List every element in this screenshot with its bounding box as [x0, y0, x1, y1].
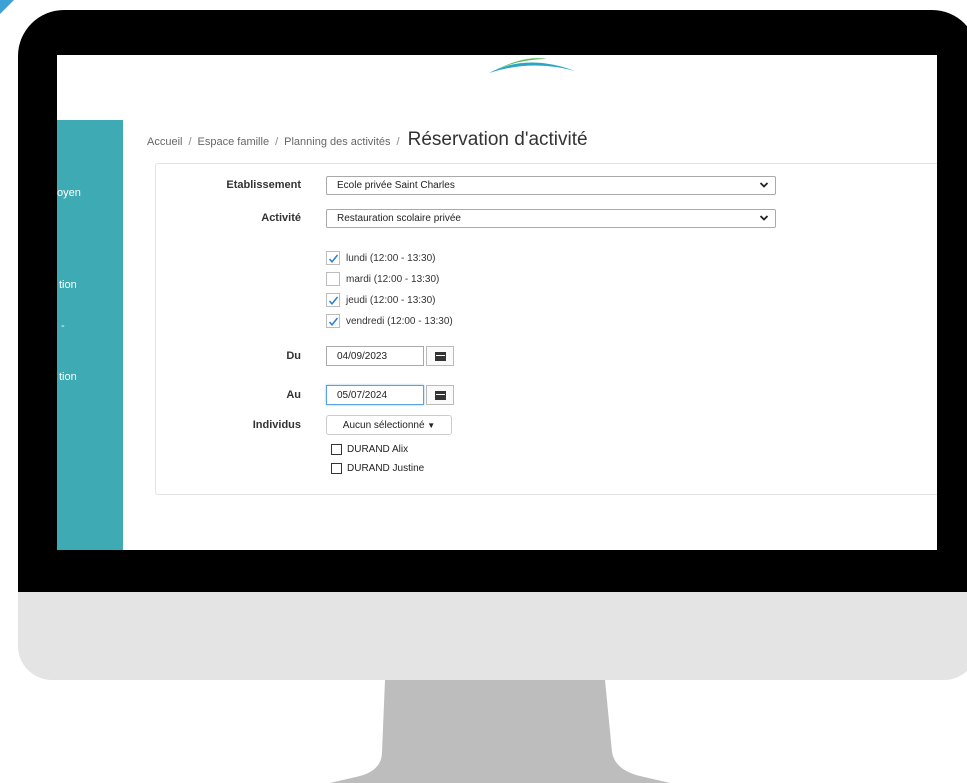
individus-label: Individus	[252, 419, 301, 431]
checkbox[interactable]	[326, 314, 340, 328]
day-checkbox-lundi[interactable]: lundi (12:00 - 13:30)	[326, 250, 436, 266]
breadcrumb-item-espace-famille[interactable]: Espace famille	[198, 136, 270, 148]
breadcrumb: Accueil / Espace famille / Planning des …	[147, 129, 588, 151]
sidebar-item[interactable]: tion	[59, 371, 77, 383]
checkbox[interactable]	[326, 251, 340, 265]
individu-option[interactable]: DURAND Alix	[331, 444, 408, 455]
individu-label: DURAND Alix	[347, 444, 409, 455]
du-date-input[interactable]: 04/09/2023	[326, 346, 424, 366]
logo-icon	[489, 58, 575, 73]
checkbox[interactable]	[326, 293, 340, 307]
individu-option[interactable]: DURAND Justine	[331, 463, 424, 474]
page-title: Réservation d'activité	[407, 129, 588, 150]
day-checkbox-vendredi[interactable]: vendredi (12:00 - 13:30)	[326, 313, 453, 329]
day-label: jeudi (12:00 - 13:30)	[346, 294, 436, 306]
monitor-stand	[330, 680, 670, 783]
screen: oyen tion - tion Accueil / Espace famill…	[57, 55, 937, 550]
activite-select[interactable]: Restauration scolaire privée	[326, 209, 776, 228]
reservation-form: Etablissement Ecole privée Saint Charles…	[155, 163, 937, 495]
day-label: lundi (12:00 - 13:30)	[346, 252, 436, 264]
calendar-icon	[435, 391, 446, 400]
breadcrumb-item-planning[interactable]: Planning des activités	[284, 136, 390, 148]
day-label: vendredi (12:00 - 13:30)	[346, 315, 453, 327]
activite-label: Activité	[261, 212, 301, 224]
individus-button-label: Aucun sélectionné	[342, 420, 425, 431]
breadcrumb-separator: /	[188, 136, 192, 148]
au-calendar-button[interactable]	[426, 385, 454, 405]
sidebar: oyen tion - tion	[57, 120, 123, 550]
check-icon	[328, 317, 339, 326]
corner-decoration	[0, 0, 14, 14]
breadcrumb-separator: /	[275, 136, 279, 148]
au-label: Au	[286, 389, 301, 401]
day-checkbox-jeudi[interactable]: jeudi (12:00 - 13:30)	[326, 292, 436, 308]
check-icon	[328, 254, 339, 263]
day-label: mardi (12:00 - 13:30)	[346, 273, 440, 285]
sidebar-item[interactable]: oyen	[57, 187, 81, 199]
etablissement-value: Ecole privée Saint Charles	[337, 180, 455, 191]
caret-down-icon: ▼	[427, 421, 436, 430]
du-calendar-button[interactable]	[426, 346, 454, 366]
checkbox[interactable]	[331, 444, 342, 455]
checkbox[interactable]	[331, 463, 342, 474]
breadcrumb-separator: /	[396, 136, 400, 148]
chevron-down-icon	[759, 182, 769, 188]
au-date-input[interactable]: 05/07/2024	[326, 385, 424, 405]
sidebar-item[interactable]: -	[61, 320, 65, 332]
checkbox[interactable]	[326, 272, 340, 286]
du-label: Du	[286, 350, 301, 362]
etablissement-select[interactable]: Ecole privée Saint Charles	[326, 176, 776, 195]
day-checkbox-mardi[interactable]: mardi (12:00 - 13:30)	[326, 271, 439, 287]
individu-label: DURAND Justine	[347, 463, 425, 474]
sidebar-item[interactable]: tion	[59, 279, 77, 291]
etablissement-label: Etablissement	[226, 179, 301, 191]
monitor-chin	[18, 592, 967, 680]
individus-multiselect-button[interactable]: Aucun sélectionné ▼	[326, 415, 452, 435]
check-icon	[328, 296, 339, 305]
breadcrumb-item-accueil[interactable]: Accueil	[147, 136, 182, 148]
chevron-down-icon	[759, 215, 769, 221]
calendar-icon	[435, 352, 446, 361]
activite-value: Restauration scolaire privée	[337, 213, 461, 224]
